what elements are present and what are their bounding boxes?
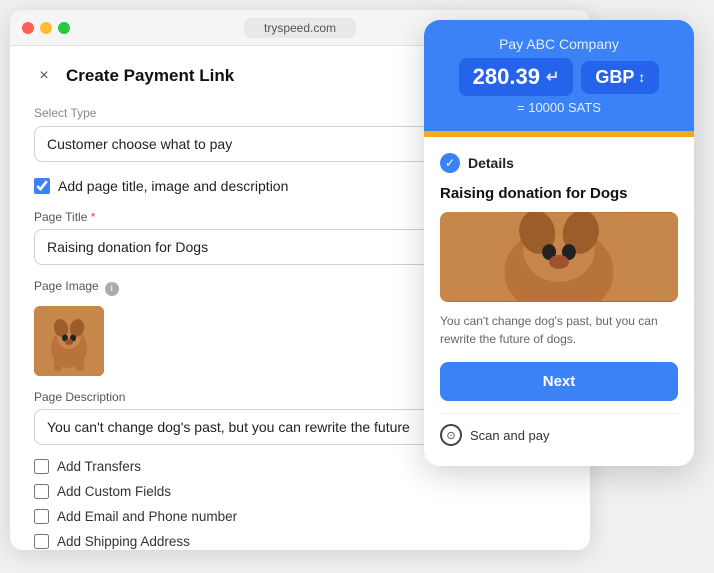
add-shipping-label: Add Shipping Address (57, 534, 190, 549)
pay-currency-box: GBP ↕ (581, 61, 659, 94)
scan-pay-label: Scan and pay (470, 428, 550, 443)
enter-icon: ↵ (546, 67, 559, 87)
details-label: Details (468, 155, 514, 171)
pay-currency-value: GBP (595, 67, 634, 88)
add-page-info-label: Add page title, image and description (58, 178, 288, 194)
maximize-dot[interactable] (58, 22, 70, 34)
pay-sats: = 10000 SATS (444, 100, 674, 115)
page-image-label: Page Image (34, 279, 99, 293)
page-image-thumbnail[interactable] (34, 306, 104, 376)
currency-arrows-icon: ↕ (638, 69, 645, 85)
required-star: * (87, 210, 95, 224)
url-bar[interactable]: tryspeed.com (244, 18, 356, 38)
minimize-dot[interactable] (40, 22, 52, 34)
next-button[interactable]: Next (440, 362, 678, 401)
scan-icon: ⊙ (440, 424, 462, 446)
add-custom-fields-row: Add Custom Fields (34, 484, 566, 499)
options-section: Add Transfers Add Custom Fields Add Emai… (34, 459, 566, 549)
details-check-icon: ✓ (440, 153, 460, 173)
add-email-phone-row: Add Email and Phone number (34, 509, 566, 524)
add-email-phone-label: Add Email and Phone number (57, 509, 237, 524)
pay-amount-box: 280.39 ↵ (459, 58, 574, 96)
add-email-phone-checkbox[interactable] (34, 509, 49, 524)
dog-image-placeholder (34, 306, 104, 376)
card-dog-illustration (440, 212, 678, 302)
add-shipping-checkbox[interactable] (34, 534, 49, 549)
card-body: ✓ Details Raising donation for Dogs You … (424, 131, 694, 466)
info-icon[interactable]: i (105, 282, 119, 296)
add-page-info-checkbox[interactable] (34, 178, 50, 194)
card-inner: ✓ Details Raising donation for Dogs You … (424, 137, 694, 466)
browser-dots (22, 22, 70, 34)
add-transfers-label: Add Transfers (57, 459, 141, 474)
close-button[interactable]: × (34, 66, 54, 86)
add-custom-fields-checkbox[interactable] (34, 484, 49, 499)
scan-pay-row: ⊙ Scan and pay (440, 413, 678, 450)
details-row: ✓ Details (440, 153, 678, 173)
add-transfers-checkbox[interactable] (34, 459, 49, 474)
card-description: You can't change dog's past, but you can… (440, 312, 678, 348)
pay-company-label: Pay ABC Company (444, 36, 674, 52)
preview-card: Pay ABC Company 280.39 ↵ GBP ↕ = 10000 S… (424, 20, 694, 466)
add-shipping-row: Add Shipping Address (34, 534, 566, 549)
close-dot[interactable] (22, 22, 34, 34)
pay-amount-value: 280.39 (473, 64, 540, 90)
card-dog-image (440, 212, 678, 302)
modal-title: Create Payment Link (66, 66, 234, 86)
card-dog-title: Raising donation for Dogs (440, 185, 678, 202)
payment-tooltip: Pay ABC Company 280.39 ↵ GBP ↕ = 10000 S… (424, 20, 694, 131)
pay-amount-row: 280.39 ↵ GBP ↕ (444, 58, 674, 96)
add-custom-fields-label: Add Custom Fields (57, 484, 171, 499)
dog-illustration (34, 306, 104, 376)
